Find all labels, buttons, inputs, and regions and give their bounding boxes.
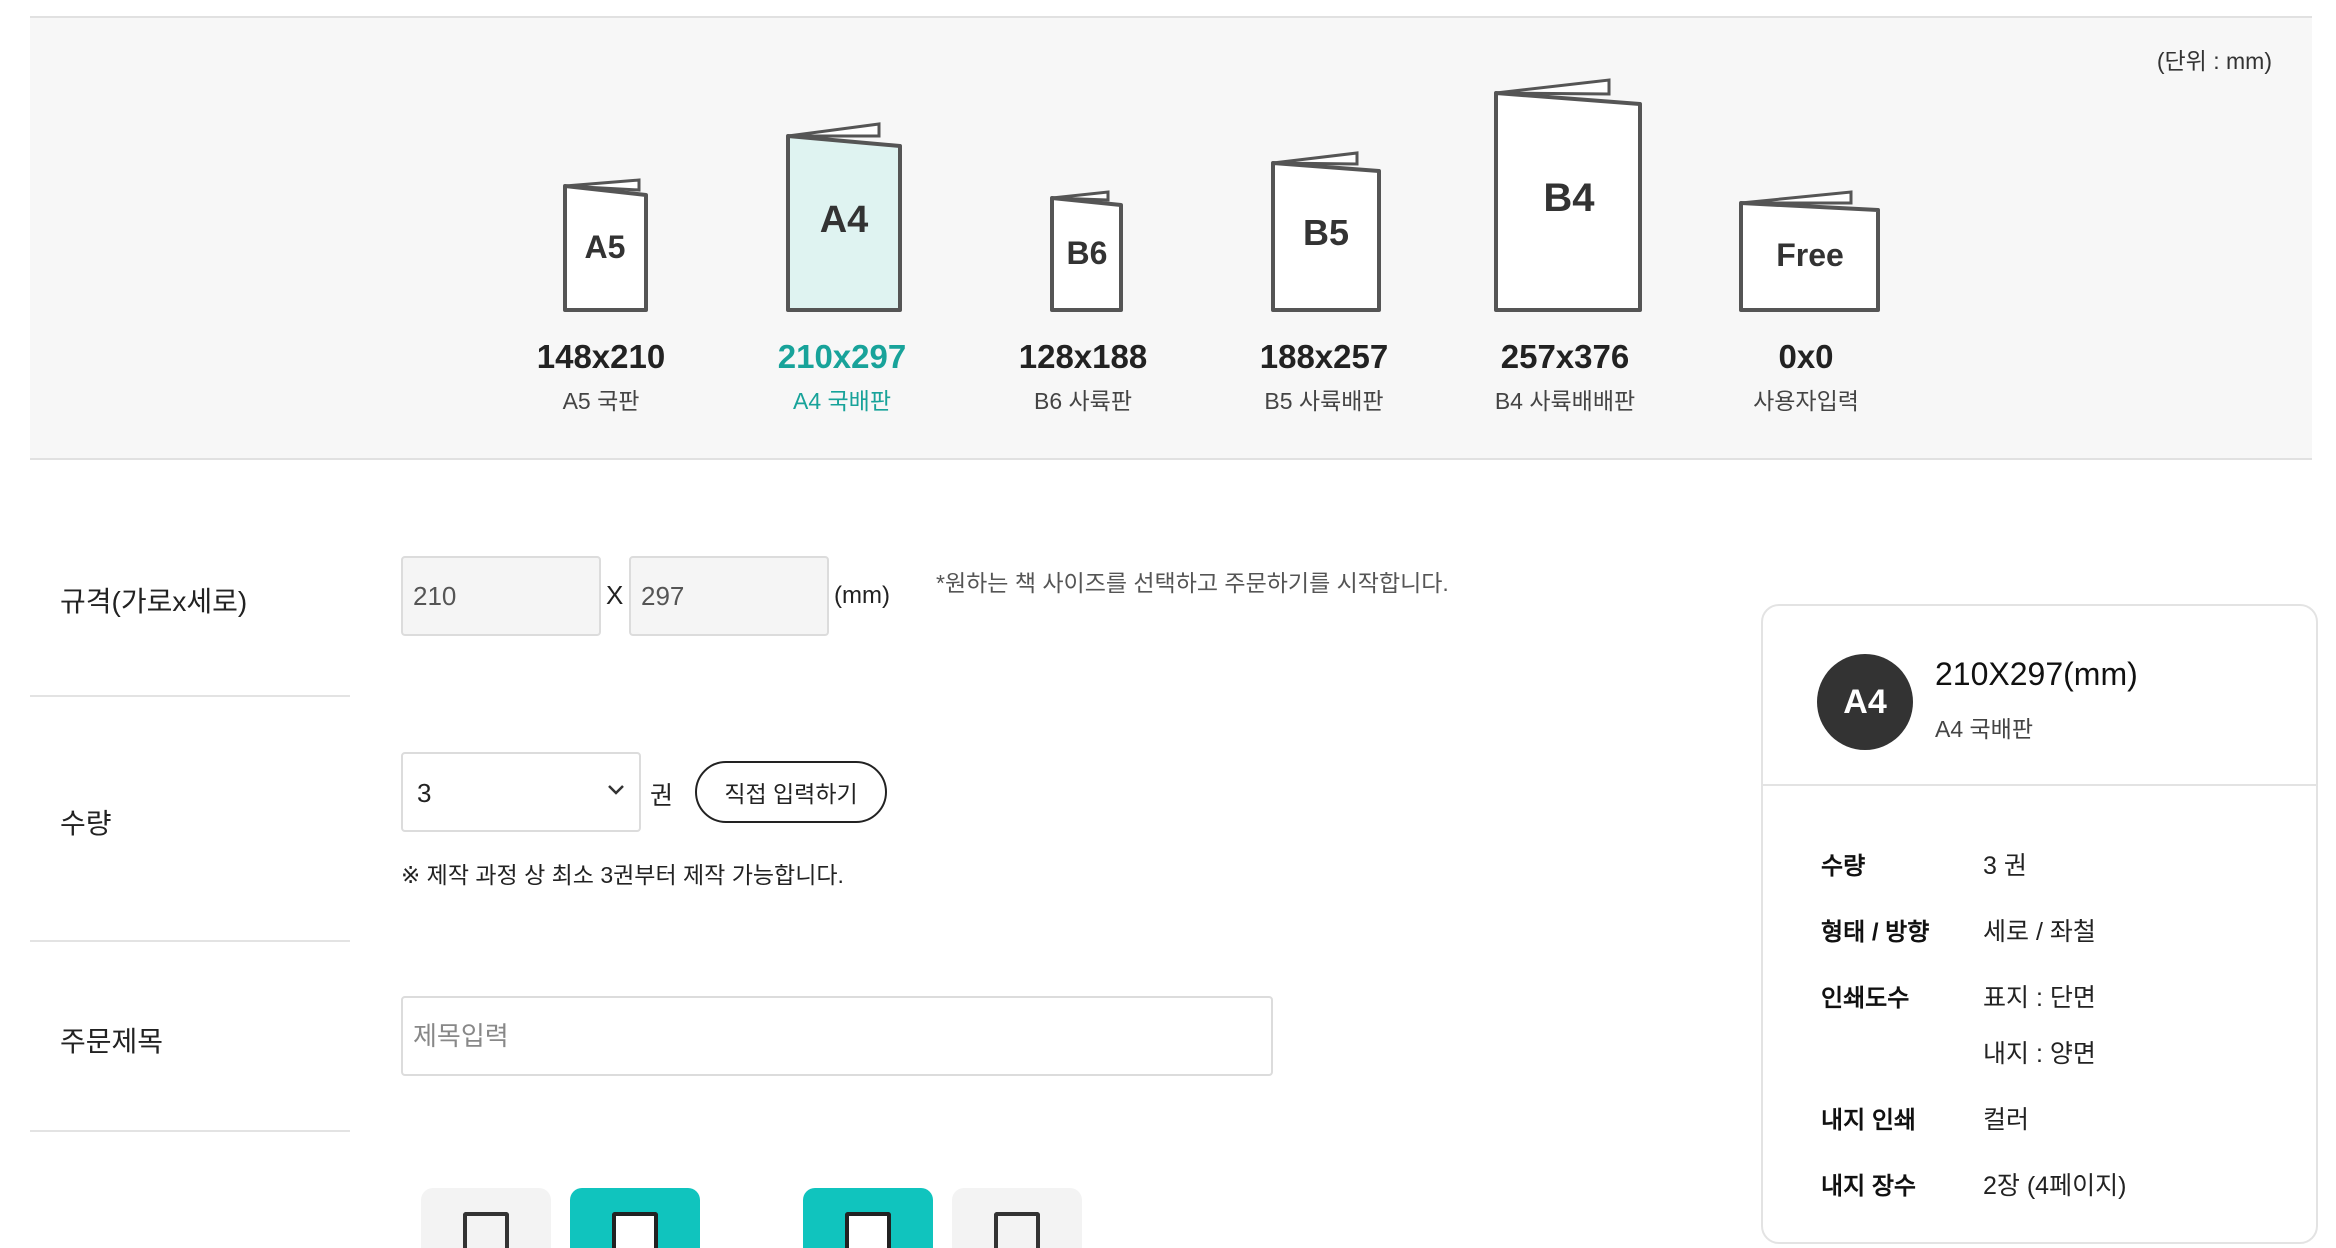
size-dims-b5: 188x257 [1259, 338, 1389, 375]
size-option-a4[interactable]: A4 210x297 A4 국배판 [742, 18, 942, 438]
book-shape-icon [845, 1212, 891, 1248]
option-button-1[interactable] [421, 1188, 551, 1248]
size-dims-b4: 257x376 [1500, 338, 1630, 375]
order-title-input[interactable] [401, 996, 1273, 1076]
size-code-a4: A4 [820, 199, 869, 241]
quantity-select[interactable]: 3 [401, 752, 641, 832]
booklet-a4-icon: A4 [786, 122, 902, 312]
size-code-b4: B4 [1543, 176, 1595, 220]
direct-input-button[interactable]: 직접 입력하기 [695, 761, 887, 823]
summary-label-inner-print: 내지 인쇄 [1821, 1107, 1916, 1134]
order-title-row-label: 주문제목 [60, 1026, 164, 1057]
summary-label-quantity: 수량 [1821, 853, 1866, 880]
option-button-2[interactable] [570, 1188, 700, 1248]
minimum-quantity-note: ※ 제작 과정 상 최소 3권부터 제작 가능합니다. [401, 862, 844, 888]
size-option-b4[interactable]: B4 257x376 B4 사륙배배판 [1465, 18, 1665, 438]
divider [30, 940, 350, 942]
summary-value-inner-print: 내지 : 양면 [1983, 1040, 2096, 1068]
booklet-b5-icon: B5 [1271, 151, 1381, 312]
size-code-a5: A5 [585, 229, 626, 265]
divider [30, 1130, 350, 1132]
size-name-b5: B5 사륙배판 [1264, 388, 1384, 414]
size-dims-a5: 148x210 [536, 338, 666, 375]
summary-size-title: 210X297(mm) [1935, 656, 2138, 692]
summary-value-inner-color: 컬러 [1983, 1106, 2030, 1134]
divider [30, 695, 350, 697]
size-name-b6: B6 사륙판 [1033, 388, 1132, 414]
order-summary-card: A4 210X297(mm) A4 국배판 수량 3 권 형태 / 방향 세로 … [1761, 604, 2318, 1244]
summary-value-form: 세로 / 좌철 [1983, 918, 2096, 946]
mm-unit-label: (mm) [834, 582, 890, 609]
option-button-3[interactable] [803, 1188, 933, 1248]
booklet-free-icon: Free [1739, 190, 1880, 312]
size-option-a5[interactable]: A5 148x210 A5 국판 [501, 18, 701, 438]
size-name-a4: A4 국배판 [792, 388, 891, 414]
size-selector-panel: (단위 : mm) A5 148x210 A5 국판 A4 210x297 A4… [30, 16, 2312, 460]
size-code-free: Free [1776, 237, 1844, 273]
size-code-b6: B6 [1067, 235, 1108, 271]
dimension-separator: X [606, 580, 624, 610]
document-icon [612, 1212, 658, 1248]
quantity-unit: 권 [650, 782, 674, 810]
size-row-label: 규격(가로x세로) [60, 586, 248, 617]
quantity-row-label: 수량 [60, 808, 112, 839]
unit-note: (단위 : mm) [2156, 48, 2272, 74]
option-button-4[interactable] [952, 1188, 1082, 1248]
summary-value-quantity: 3 권 [1983, 852, 2027, 880]
book-shape-icon [994, 1212, 1040, 1248]
height-input[interactable] [629, 556, 829, 636]
summary-value-cover-print: 표지 : 단면 [1983, 984, 2096, 1012]
size-option-b5[interactable]: B5 188x257 B5 사륙배판 [1224, 18, 1424, 438]
summary-label-form: 형태 / 방향 [1821, 919, 1930, 946]
book-shape-icon [463, 1212, 509, 1248]
booklet-b4-icon: B4 [1494, 78, 1642, 312]
size-code-b5: B5 [1303, 212, 1349, 253]
size-name-a5: A5 국판 [562, 388, 640, 414]
summary-divider [1763, 784, 2316, 786]
size-hint: *원하는 책 사이즈를 선택하고 주문하기를 시작합니다. [936, 570, 1449, 596]
size-name-b4: B4 사륙배배판 [1494, 388, 1636, 414]
size-dims-b6: 128x188 [1018, 338, 1148, 375]
size-dims-free: 0x0 [1778, 338, 1834, 375]
quantity-selected-value: 3 [417, 778, 432, 808]
booklet-a5-icon: A5 [563, 178, 648, 312]
summary-value-inner-sheets: 2장 (4페이지) [1983, 1172, 2127, 1200]
chevron-down-icon [608, 785, 624, 795]
booklet-b6-icon: B6 [1050, 190, 1123, 312]
summary-size-name: A4 국배판 [1935, 716, 2034, 742]
size-dims-a4: 210x297 [777, 338, 907, 375]
size-badge: A4 [1817, 654, 1913, 750]
width-input[interactable] [401, 556, 601, 636]
summary-label-print-color: 인쇄도수 [1821, 985, 1910, 1012]
size-option-free[interactable]: Free 0x0 사용자입력 [1706, 18, 1906, 438]
size-option-b6[interactable]: B6 128x188 B6 사륙판 [983, 18, 1183, 438]
summary-label-inner-sheets: 내지 장수 [1821, 1173, 1916, 1200]
size-name-free: 사용자입력 [1753, 388, 1859, 414]
